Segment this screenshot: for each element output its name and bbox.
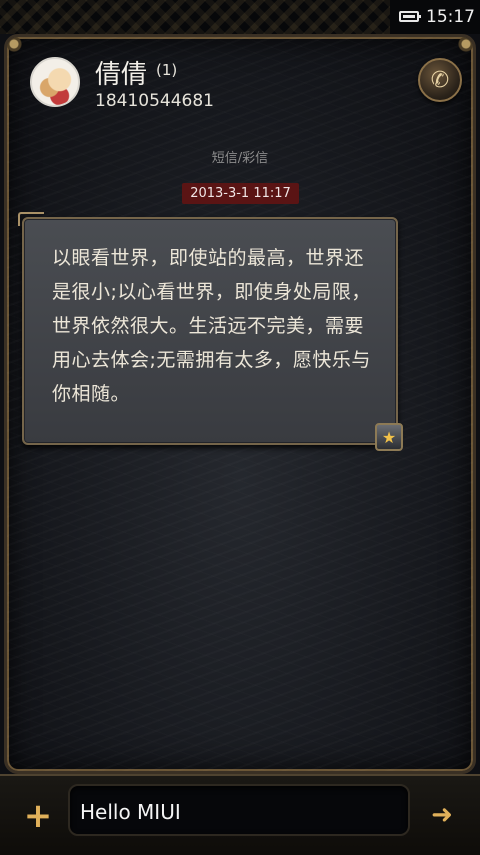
contact-phone-number: 18410544681 xyxy=(95,91,214,111)
send-arrow-icon[interactable]: ➜ xyxy=(420,795,464,835)
status-bar: 15:17 xyxy=(0,0,480,34)
message-input[interactable] xyxy=(78,794,402,830)
bubble-corner-tab xyxy=(18,212,44,226)
status-clock: 15:17 xyxy=(426,7,475,27)
battery-icon xyxy=(399,11,421,22)
call-button[interactable]: ✆ xyxy=(418,58,462,102)
contact-avatar[interactable] xyxy=(30,57,80,107)
frame-rivet-top-right xyxy=(453,37,473,57)
phone-icon: ✆ xyxy=(430,67,450,93)
plus-icon[interactable]: + xyxy=(22,796,54,836)
contact-name: 倩倩 xyxy=(95,60,148,90)
message-timestamp: 2013-3-1 11:17 xyxy=(182,183,299,204)
message-type-label: 短信/彩信 xyxy=(211,151,269,166)
star-icon[interactable]: ★ xyxy=(375,423,403,451)
frame-rivet-top-left xyxy=(7,37,27,57)
message-text: 以眼看世界，即使站的最高，世界还是很小;以心看世界，即使身处局限，世界依然很大。… xyxy=(52,247,371,405)
message-input-box[interactable] xyxy=(68,784,410,836)
status-bar-pattern xyxy=(0,0,390,34)
unread-count: (1) xyxy=(156,61,178,79)
